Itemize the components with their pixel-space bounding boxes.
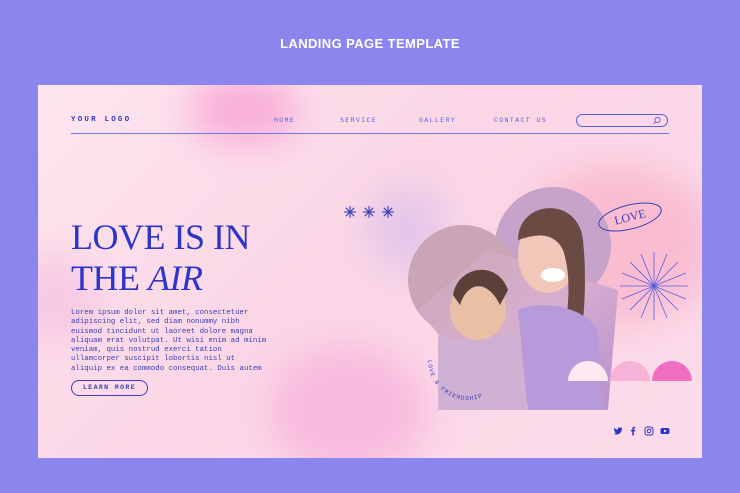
- nav-gallery[interactable]: GALLERY: [419, 117, 456, 124]
- love-badge-text: LOVE: [613, 206, 647, 227]
- headline-line-1: LOVE IS IN: [71, 217, 250, 257]
- logo[interactable]: YOUR LOGO: [71, 116, 131, 124]
- headline-line-2-plain: THE: [71, 258, 148, 298]
- nav-home[interactable]: HOME: [274, 117, 295, 124]
- love-badge: LOVE: [598, 202, 662, 232]
- facebook-icon[interactable]: [628, 426, 638, 436]
- starburst-icon: [620, 252, 688, 320]
- nav-contact-us[interactable]: CONTACT US: [494, 117, 547, 124]
- hero-body: Lorem ipsum dolor sit amet, consectetuer…: [71, 309, 267, 373]
- search-input[interactable]: [576, 114, 668, 127]
- headline-line-2-italic: AIR: [147, 258, 203, 298]
- landing-card: YOUR LOGO HOME SERVICE GALLERY CONTACT U…: [38, 85, 702, 458]
- search-icon[interactable]: [652, 116, 662, 126]
- semicircle-decor: [568, 361, 692, 381]
- nav-service[interactable]: SERVICE: [340, 117, 377, 124]
- instagram-icon[interactable]: [644, 426, 654, 436]
- hero-headline: LOVE IS IN THE AIR: [71, 217, 250, 299]
- header-divider: [71, 133, 669, 134]
- youtube-icon[interactable]: [660, 426, 670, 436]
- learn-more-button[interactable]: LEARN MORE: [71, 380, 148, 396]
- headline-line-2: THE AIR: [71, 258, 250, 299]
- twitter-icon[interactable]: [613, 426, 623, 436]
- decor-blob: [188, 85, 298, 145]
- page-title: LANDING PAGE TEMPLATE: [280, 36, 460, 51]
